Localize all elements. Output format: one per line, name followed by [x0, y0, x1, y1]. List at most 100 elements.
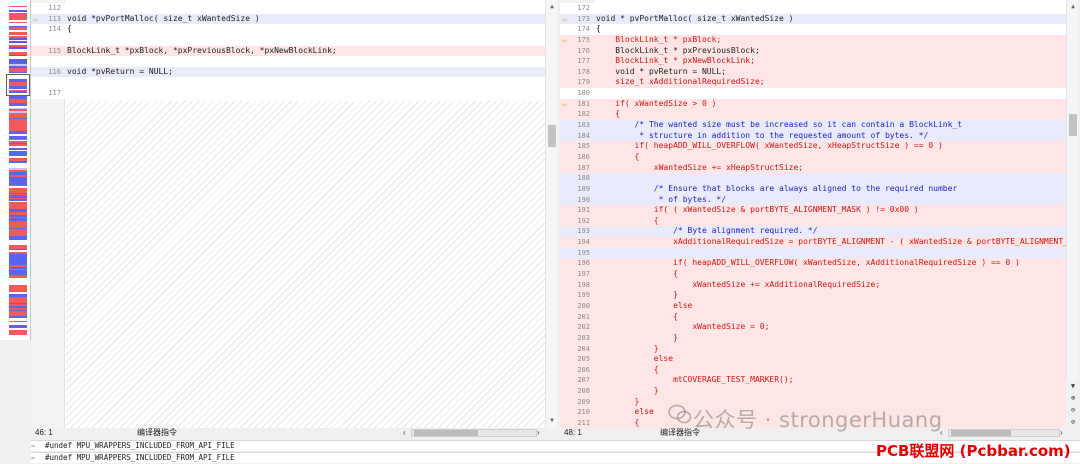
- zoom-out-icon[interactable]: ⊖: [1066, 404, 1080, 416]
- code-line[interactable]: [31, 56, 557, 67]
- right-hscroll-thumb[interactable]: [951, 430, 1011, 436]
- code-line[interactable]: ⇨ 181 if( xWantedSize > 0 ): [560, 98, 1066, 110]
- code-line[interactable]: 179 size_t xAdditionalRequiredSize;: [560, 77, 1066, 89]
- code-line[interactable]: ⇨ 175 BlockLink_t * pxBlock;: [560, 34, 1066, 46]
- left-horizontal-scrollbar[interactable]: [411, 429, 537, 437]
- code-line[interactable]: 197 {: [560, 269, 1066, 280]
- code-line[interactable]: ⇨ 173 void * pvPortMalloc( size_t xWantedS…: [560, 13, 1066, 25]
- code-line[interactable]: 182 {: [560, 109, 1066, 121]
- overview-stripe: [9, 239, 27, 240]
- line-code: size_t xAdditionalRequiredSize;: [596, 77, 765, 87]
- line-code: xWantedSize += xAdditionalRequiredSize;: [596, 279, 881, 289]
- line-code: BlockLink_t * pxPreviousBlock;: [596, 45, 760, 55]
- zoom-in-icon[interactable]: ⊕: [1066, 392, 1080, 404]
- code-line[interactable]: 172: [560, 3, 1066, 14]
- scroll-down-icon[interactable]: ▼: [1066, 380, 1080, 392]
- line-code: BlockLink_t * pxBlock;: [596, 34, 722, 44]
- line-number: 194: [577, 238, 590, 247]
- line-number: 183: [577, 121, 590, 130]
- right-status-bar: 48: 1 编译器指令 ‹ ›: [560, 428, 1080, 438]
- line-code: * of bytes. */: [596, 194, 727, 204]
- code-line[interactable]: 188: [560, 173, 1066, 184]
- scroll-up-icon[interactable]: ▲: [546, 2, 558, 12]
- code-line[interactable]: 204 }: [560, 343, 1066, 355]
- code-line[interactable]: 112: [31, 3, 557, 14]
- code-line[interactable]: 115 BlockLink_t *pxBlock, *pxPreviousBloc…: [31, 45, 557, 57]
- code-line[interactable]: 198 xWantedSize += xAdditionalRequiredSi…: [560, 279, 1066, 291]
- code-line[interactable]: 189 /* Ensure that blocks are always ali…: [560, 183, 1066, 195]
- scroll-right-icon[interactable]: ›: [537, 428, 540, 438]
- code-line[interactable]: 186 {: [560, 151, 1066, 163]
- diff-overview-map[interactable]: [0, 0, 31, 340]
- right-file-pane[interactable]: 172 ⇨ 173 void * pvPortMalloc( size_t xWant…: [560, 0, 1066, 428]
- left-file-pane[interactable]: 112 ⇨ 113 void *pvPortMalloc( size_t xWante…: [31, 0, 557, 428]
- scroll-left-icon[interactable]: ‹: [403, 428, 406, 438]
- collapse-icon[interactable]: ⊘: [1066, 416, 1080, 428]
- code-line[interactable]: 199 }: [560, 290, 1066, 301]
- line-number: 117: [48, 89, 61, 98]
- code-line[interactable]: 178 void * pvReturn = NULL;: [560, 66, 1066, 78]
- code-line[interactable]: 184 * structure in addition to the reque…: [560, 130, 1066, 142]
- left-scroll-thumb[interactable]: [548, 125, 556, 147]
- code-line[interactable]: [31, 34, 557, 46]
- code-line[interactable]: 116 void *pvReturn = NULL;: [31, 66, 557, 78]
- code-line[interactable]: 200 else: [560, 300, 1066, 312]
- line-detail-row-right[interactable]: ⇦ #undef MPU_WRAPPERS_INCLUDED_FROM_API_F…: [31, 452, 1080, 463]
- code-line[interactable]: 192 {: [560, 215, 1066, 227]
- scroll-down-icon[interactable]: ▼: [546, 416, 558, 426]
- line-code: xWantedSize = 0;: [596, 322, 770, 332]
- syntax-mode: 编译器指令: [660, 428, 700, 437]
- code-line[interactable]: 210 else: [560, 407, 1066, 418]
- code-line[interactable]: 208 }: [560, 386, 1066, 397]
- scroll-left-icon[interactable]: ‹: [940, 428, 943, 438]
- code-line[interactable]: 194 xAdditionalRequiredSize = portBYTE_A…: [560, 237, 1066, 248]
- code-line[interactable]: 207 mtCOVERAGE_TEST_MARKER();: [560, 375, 1066, 387]
- code-line[interactable]: 177 BlockLink_t * pxNewBlockLink;: [560, 56, 1066, 67]
- right-vertical-scrollbar[interactable]: ▲: [1066, 0, 1078, 380]
- code-line[interactable]: 190 * of bytes. */: [560, 194, 1066, 206]
- code-line[interactable]: 209 }: [560, 396, 1066, 408]
- line-code: /* Byte alignment required. */: [596, 226, 818, 236]
- code-line[interactable]: 203 }: [560, 332, 1066, 344]
- scroll-right-icon[interactable]: ›: [1060, 428, 1063, 438]
- code-line[interactable]: 201 {: [560, 311, 1066, 323]
- code-line[interactable]: 191 if( ( xWantedSize & portBYTE_ALIGNME…: [560, 205, 1066, 216]
- right-horizontal-scrollbar[interactable]: [948, 429, 1060, 437]
- code-line[interactable]: [31, 77, 557, 89]
- right-scroll-controls[interactable]: ▼ ⊕ ⊖ ⊘: [1066, 380, 1080, 428]
- scroll-up-icon[interactable]: ▲: [1067, 2, 1079, 12]
- code-line[interactable]: 205 else: [560, 354, 1066, 365]
- left-status-bar: 46: 1 编译器指令 ‹ ›: [31, 428, 557, 438]
- line-code: {: [596, 269, 678, 279]
- code-line[interactable]: 176 BlockLink_t * pxPreviousBlock;: [560, 45, 1066, 57]
- line-number: 177: [577, 57, 590, 66]
- code-line[interactable]: 202 xWantedSize = 0;: [560, 322, 1066, 333]
- line-number: 173: [577, 14, 590, 23]
- overview-stripe: [9, 153, 27, 156]
- code-line[interactable]: 196 if( heapADD_WILL_OVERFLOW( xWantedSi…: [560, 258, 1066, 270]
- overview-viewport-indicator[interactable]: [6, 74, 30, 96]
- right-scroll-thumb[interactable]: [1069, 114, 1077, 136]
- code-line[interactable]: 117: [31, 88, 557, 99]
- line-number: 200: [577, 301, 590, 310]
- code-line[interactable]: 114 {: [31, 24, 557, 35]
- code-line[interactable]: 193 /* Byte alignment required. */: [560, 226, 1066, 238]
- code-line[interactable]: 187 xWantedSize += xHeapStructSize;: [560, 162, 1066, 174]
- code-line[interactable]: ⇨ 113 void *pvPortMalloc( size_t xWantedSi…: [31, 13, 557, 25]
- code-line[interactable]: 183 /* The wanted size must be increased…: [560, 120, 1066, 131]
- overview-stripe: [9, 161, 27, 163]
- code-line[interactable]: 195: [560, 247, 1066, 259]
- code-line[interactable]: 185 if( heapADD_WILL_OVERFLOW( xWantedSi…: [560, 141, 1066, 152]
- line-number: 201: [577, 312, 590, 321]
- left-hscroll-thumb[interactable]: [414, 430, 478, 436]
- line-number: 197: [577, 270, 590, 279]
- left-vertical-scrollbar[interactable]: ▲ ▼: [545, 0, 557, 428]
- code-line[interactable]: 206 {: [560, 364, 1066, 376]
- line-code: else: [596, 407, 654, 417]
- line-number: 176: [577, 46, 590, 55]
- line-detail-row-left[interactable]: ⇨ #undef MPU_WRAPPERS_INCLUDED_FROM_API_F…: [31, 440, 1080, 451]
- overview-stripe: [9, 132, 27, 134]
- code-line[interactable]: 211 {: [560, 417, 1066, 428]
- code-line[interactable]: 180: [560, 88, 1066, 99]
- code-line[interactable]: 174 {: [560, 24, 1066, 35]
